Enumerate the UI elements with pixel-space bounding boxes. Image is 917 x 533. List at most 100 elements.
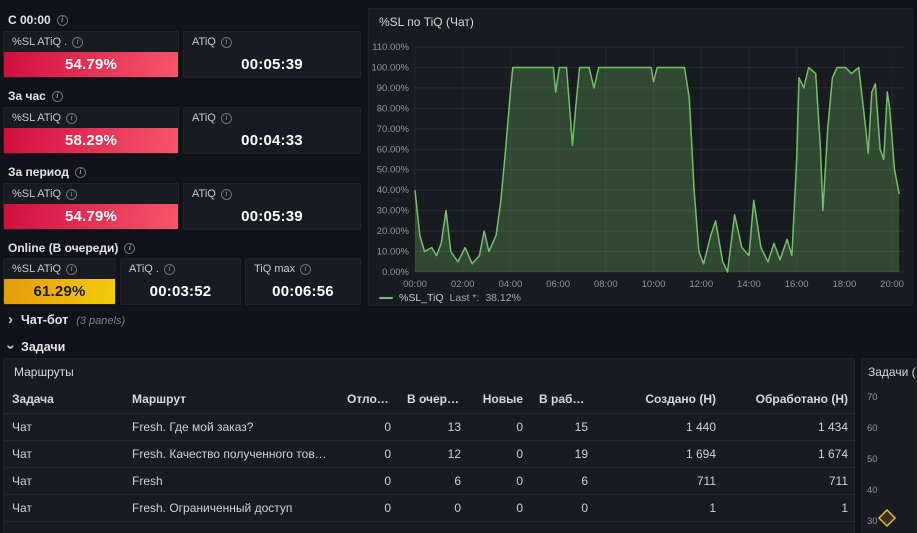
stat-title[interactable]: %SL ATiQ . bbox=[12, 36, 67, 48]
svg-text:02:00: 02:00 bbox=[451, 279, 475, 290]
row-toggle-tasks[interactable]: › Задачи bbox=[3, 340, 66, 358]
cell-created: 1 694 bbox=[596, 440, 724, 468]
stat-value: 61.29% bbox=[4, 279, 115, 304]
stat-panel-atiq-hour: ATiQ i 00:04:33 bbox=[183, 107, 361, 154]
stat-title[interactable]: %SL ATiQ bbox=[12, 188, 61, 200]
routes-table-panel: Маршруты Задача Маршрут Отложены В очере… bbox=[3, 358, 856, 533]
cell-processed: 1 674 bbox=[724, 440, 856, 468]
panel-title[interactable]: %SL по TiQ (Чат) bbox=[379, 15, 474, 29]
svg-text:08:00: 08:00 bbox=[594, 279, 618, 290]
section-header-online: Online (В очереди) i bbox=[8, 240, 136, 256]
svg-text:10:00: 10:00 bbox=[642, 279, 666, 290]
cell-deferred: 0 bbox=[339, 467, 399, 495]
info-icon[interactable]: i bbox=[220, 112, 232, 124]
info-icon[interactable]: i bbox=[72, 36, 84, 48]
cell-route: Fresh. Ограниченный доступ bbox=[124, 494, 339, 522]
section-header-from-0000: С 00:00 i bbox=[8, 12, 68, 28]
cell-new: 0 bbox=[469, 413, 531, 441]
col-header-processed[interactable]: Обработано (Н) bbox=[724, 385, 856, 414]
svg-text:00:00: 00:00 bbox=[403, 279, 427, 290]
col-header-new[interactable]: Новые bbox=[469, 385, 531, 414]
cell-processed: 1 bbox=[724, 494, 856, 522]
info-icon[interactable]: i bbox=[51, 90, 63, 102]
row-panel-count: (3 panels) bbox=[76, 315, 126, 327]
cell-processed: 1 434 bbox=[724, 413, 856, 441]
stat-panel-sl-atiq-period: %SL ATiQ i 54.79% bbox=[3, 183, 179, 230]
col-header-in-work[interactable]: В работе bbox=[531, 385, 596, 414]
panel-title[interactable]: Маршруты bbox=[14, 365, 74, 379]
cell-in-work: 19 bbox=[531, 440, 596, 468]
legend-series-name[interactable]: %SL_TiQ bbox=[399, 292, 444, 304]
stat-title[interactable]: %SL ATiQ bbox=[12, 263, 61, 275]
chart-legend: %SL_TiQ Last *: 38.12% bbox=[379, 292, 521, 304]
info-icon[interactable]: i bbox=[66, 112, 78, 124]
stat-title[interactable]: TiQ max bbox=[254, 263, 295, 275]
table-row: Чат Fresh. Ограниченный доступ 0 0 0 0 1… bbox=[4, 494, 856, 522]
section-title: За час bbox=[8, 89, 46, 103]
section-header-hour: За час i bbox=[8, 88, 63, 104]
col-header-route[interactable]: Маршрут bbox=[124, 385, 339, 414]
sl-tiq-chart[interactable]: 00:00 02:00 04:00 06:00 08:00 10:00 12:00 14:00… bbox=[369, 35, 912, 293]
stat-panel-atiq-online: ATiQ . i 00:03:52 bbox=[120, 258, 241, 305]
info-icon[interactable]: i bbox=[66, 188, 78, 200]
stat-title[interactable]: ATiQ bbox=[192, 188, 216, 200]
info-icon[interactable]: i bbox=[56, 14, 68, 26]
col-header-task[interactable]: Задача bbox=[4, 385, 124, 414]
cell-new: 0 bbox=[469, 440, 531, 468]
stat-panel-atiq-period: ATiQ i 00:05:39 bbox=[183, 183, 361, 230]
stat-value: 00:06:56 bbox=[272, 283, 334, 300]
cell-deferred: 0 bbox=[339, 440, 399, 468]
svg-text:90.00%: 90.00% bbox=[377, 83, 410, 94]
cell-in-queue: 0 bbox=[399, 494, 469, 522]
section-title: Online (В очереди) bbox=[8, 241, 119, 255]
stat-panel-atiq-day: ATiQ i 00:05:39 bbox=[183, 31, 361, 78]
svg-text:80.00%: 80.00% bbox=[377, 103, 410, 114]
info-icon[interactable]: i bbox=[66, 263, 78, 275]
stat-value: 00:04:33 bbox=[241, 132, 303, 149]
cell-in-work: 15 bbox=[531, 413, 596, 441]
routes-table: Задача Маршрут Отложены В очереди↓ Новые… bbox=[4, 385, 856, 522]
svg-text:12:00: 12:00 bbox=[689, 279, 713, 290]
row-title: Чат-бот bbox=[21, 313, 69, 327]
col-header-created[interactable]: Создано (Н) bbox=[596, 385, 724, 414]
stat-title[interactable]: ATiQ bbox=[192, 112, 216, 124]
table-row: Чат Fresh. Качество полученного товара 0… bbox=[4, 440, 856, 468]
cell-task: Чат bbox=[4, 413, 124, 441]
stat-title[interactable]: %SL ATiQ bbox=[12, 112, 61, 124]
table-row: Чат Fresh 0 6 0 6 711 711 bbox=[4, 467, 856, 495]
task-marker bbox=[877, 508, 897, 528]
stat-value: 54.79% bbox=[4, 52, 178, 77]
cell-in-work: 0 bbox=[531, 494, 596, 522]
chevron-right-icon: › bbox=[8, 311, 13, 328]
svg-text:100.00%: 100.00% bbox=[371, 62, 409, 73]
stat-panel-sl-atiq-day: %SL ATiQ . i 54.79% bbox=[3, 31, 179, 78]
cell-in-queue: 6 bbox=[399, 467, 469, 495]
info-icon[interactable]: i bbox=[124, 242, 136, 254]
cell-created: 711 bbox=[596, 467, 724, 495]
grafana-dashboard: С 00:00 i %SL ATiQ . i 54.79% ATiQ i 00:… bbox=[0, 0, 917, 533]
row-toggle-chatbot[interactable]: › Чат-бот (3 panels) bbox=[8, 311, 126, 331]
tasks-chat-mini-chart[interactable] bbox=[862, 359, 916, 533]
info-icon[interactable]: i bbox=[220, 36, 232, 48]
stat-value: 00:05:39 bbox=[241, 56, 303, 73]
info-icon[interactable]: i bbox=[74, 166, 86, 178]
cell-deferred: 0 bbox=[339, 413, 399, 441]
cell-task: Чат bbox=[4, 440, 124, 468]
stat-panel-tiq-max-online: TiQ max i 00:06:56 bbox=[245, 258, 361, 305]
info-icon[interactable]: i bbox=[163, 263, 175, 275]
stat-title[interactable]: ATiQ . bbox=[129, 263, 159, 275]
cell-new: 0 bbox=[469, 467, 531, 495]
svg-text:10.00%: 10.00% bbox=[377, 247, 410, 258]
stat-value: 00:03:52 bbox=[149, 283, 212, 300]
cell-created: 1 440 bbox=[596, 413, 724, 441]
cell-route: Fresh. Где мой заказ? bbox=[124, 413, 339, 441]
info-icon[interactable]: i bbox=[220, 188, 232, 200]
stat-title[interactable]: ATiQ bbox=[192, 36, 216, 48]
svg-text:0.00%: 0.00% bbox=[382, 267, 409, 278]
cell-deferred: 0 bbox=[339, 494, 399, 522]
cell-processed: 711 bbox=[724, 467, 856, 495]
col-header-deferred[interactable]: Отложены bbox=[339, 385, 399, 414]
svg-text:18:00: 18:00 bbox=[832, 279, 856, 290]
col-header-in-queue[interactable]: В очереди↓ bbox=[399, 385, 469, 414]
info-icon[interactable]: i bbox=[300, 263, 312, 275]
